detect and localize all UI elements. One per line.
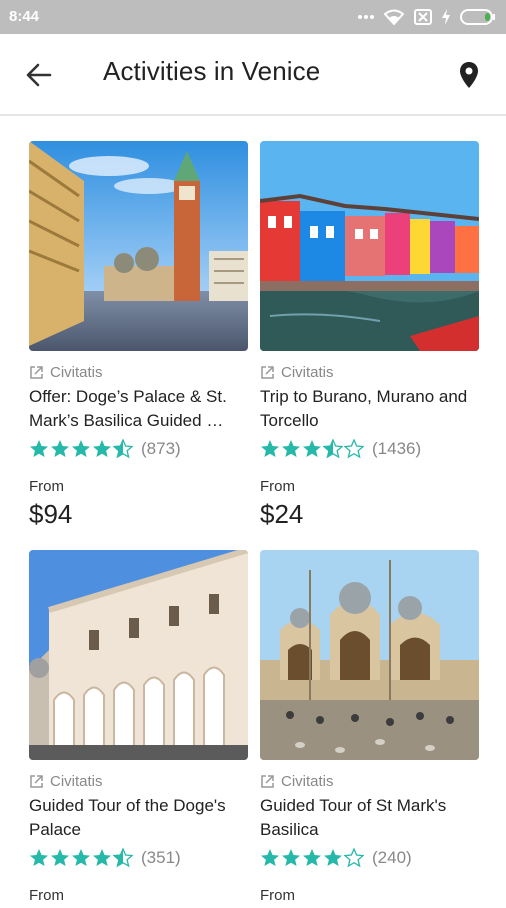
star-half-icon <box>113 848 133 868</box>
dots-icon <box>358 14 374 20</box>
activity-title[interactable]: Trip to Burano, Murano and Torcello <box>260 385 479 433</box>
activity-image[interactable] <box>29 141 248 351</box>
star-full-icon <box>281 848 301 868</box>
star-half-icon <box>323 439 343 459</box>
external-link-icon <box>261 774 274 788</box>
star-full-icon <box>29 848 49 868</box>
external-link-icon <box>30 774 43 788</box>
status-time: 8:44 <box>9 8 40 25</box>
star-full-icon <box>260 848 280 868</box>
star-empty-icon <box>344 439 364 459</box>
activity-title[interactable]: Guided Tour of the Doge's Palace <box>29 794 248 842</box>
star-full-icon <box>50 848 70 868</box>
price: $24 <box>260 499 304 529</box>
provider-row: Civitatis <box>260 772 479 790</box>
activity-image[interactable] <box>260 550 479 760</box>
from-label: From <box>29 887 64 904</box>
star-rating <box>260 439 364 459</box>
location-pin-icon <box>460 62 478 88</box>
star-full-icon <box>50 439 70 459</box>
activity-title[interactable]: Guided Tour of St Mark's Basilica <box>260 794 479 842</box>
star-full-icon <box>281 439 301 459</box>
arrow-back-icon <box>26 63 52 87</box>
activity-image[interactable] <box>29 550 248 760</box>
price: $94 <box>29 499 73 529</box>
from-label: From <box>29 478 64 495</box>
star-full-icon <box>71 439 91 459</box>
activity-card[interactable]: Civitatis Offer: Doge’s Palace & St. Mar… <box>29 141 248 530</box>
activity-image[interactable] <box>260 141 479 351</box>
activity-card[interactable]: Civitatis Trip to Burano, Murano and Tor… <box>260 141 479 530</box>
provider-name: Civitatis <box>50 772 103 790</box>
provider-row: Civitatis <box>29 363 248 381</box>
provider-row: Civitatis <box>260 363 479 381</box>
star-full-icon <box>71 848 91 868</box>
star-half-icon <box>113 439 133 459</box>
activity-card[interactable]: Civitatis Guided Tour of St Mark's Basil… <box>260 550 479 908</box>
review-count: (1436) <box>372 439 422 458</box>
location-button[interactable] <box>452 58 486 92</box>
status-icons <box>358 8 496 26</box>
wifi-icon <box>384 9 404 25</box>
rating-row: (240) <box>260 847 479 869</box>
rating-row: (351) <box>29 847 248 869</box>
charging-icon <box>442 9 450 25</box>
from-label: From <box>260 887 295 904</box>
activity-title[interactable]: Offer: Doge’s Palace & St. Mark’s Basili… <box>29 385 248 433</box>
star-full-icon <box>323 848 343 868</box>
star-full-icon <box>302 439 322 459</box>
provider-name: Civitatis <box>281 772 334 790</box>
page-title: Activities in Venice <box>103 56 321 86</box>
star-full-icon <box>260 439 280 459</box>
provider-name: Civitatis <box>50 363 103 381</box>
rating-row: (1436) <box>260 438 479 460</box>
activity-card[interactable]: Civitatis Guided Tour of the Doge's Pala… <box>29 550 248 908</box>
status-bar: 8:44 <box>0 0 506 34</box>
app-bar: Activities in Venice <box>0 34 506 116</box>
star-full-icon <box>92 848 112 868</box>
star-empty-icon <box>344 848 364 868</box>
provider-name: Civitatis <box>281 363 334 381</box>
star-full-icon <box>92 439 112 459</box>
rating-row: (873) <box>29 438 248 460</box>
review-count: (351) <box>141 848 181 867</box>
star-rating <box>29 439 133 459</box>
review-count: (873) <box>141 439 181 458</box>
star-rating <box>260 848 364 868</box>
provider-row: Civitatis <box>29 772 248 790</box>
star-full-icon <box>302 848 322 868</box>
battery-icon <box>460 9 496 25</box>
external-link-icon <box>30 365 43 379</box>
star-full-icon <box>29 439 49 459</box>
external-link-icon <box>261 365 274 379</box>
sim-icon <box>414 9 432 25</box>
back-button[interactable] <box>22 58 56 92</box>
review-count: (240) <box>372 848 412 867</box>
from-label: From <box>260 478 295 495</box>
star-rating <box>29 848 133 868</box>
